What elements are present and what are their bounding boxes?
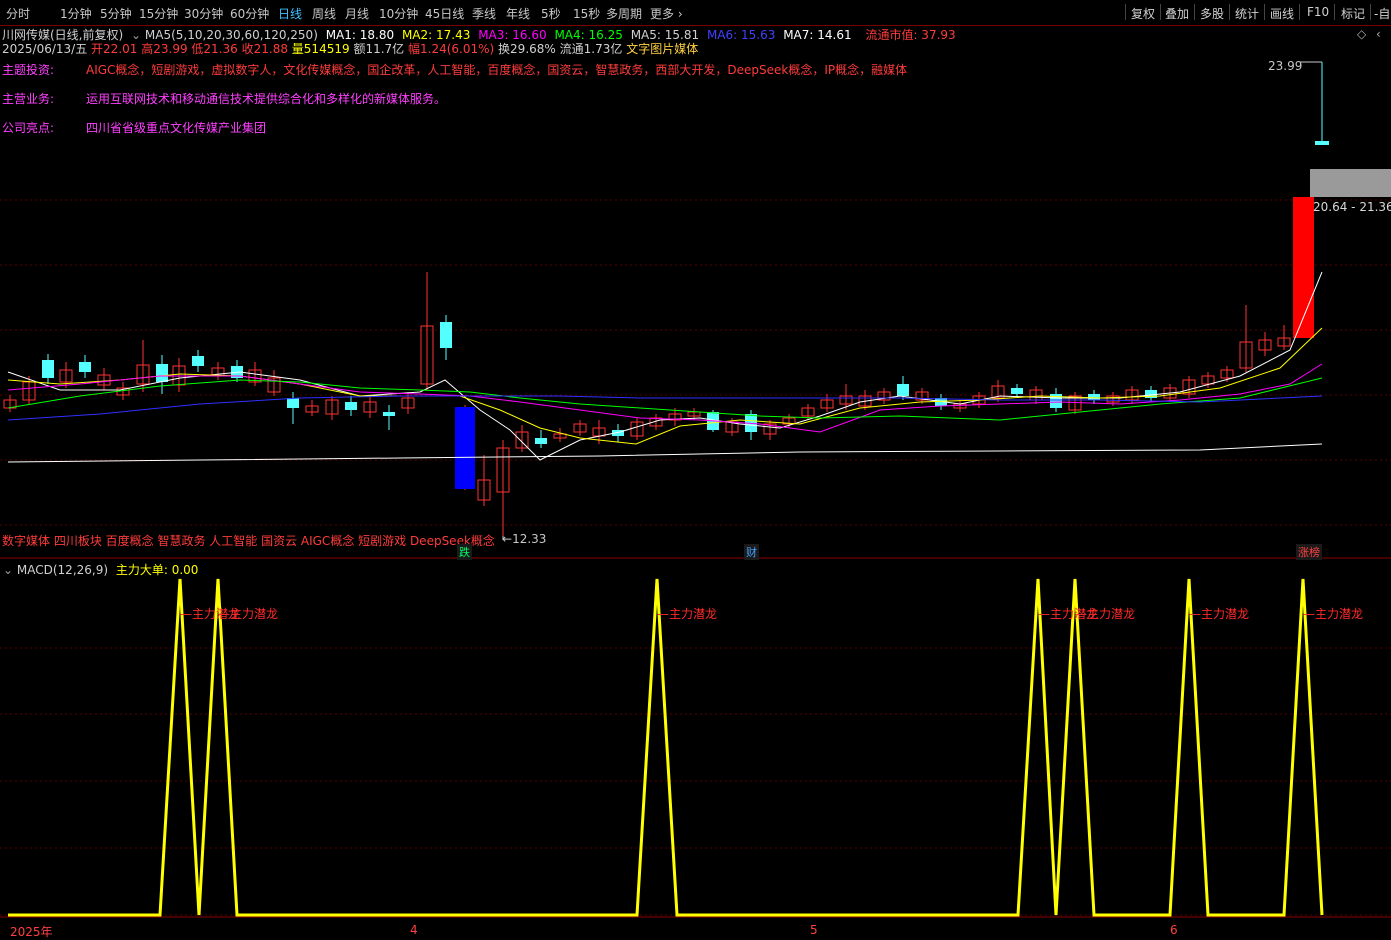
signal-label: —主力潜龙 <box>1303 607 1364 621</box>
x-axis-label-2025: 2025年 <box>10 925 53 939</box>
signal-label: —主力潜龙 <box>657 607 718 621</box>
signal-label: —主力潜龙 <box>218 607 279 621</box>
indicator-chart[interactable] <box>0 0 1391 935</box>
signal-label: —主力潜龙 <box>1189 607 1250 621</box>
zhuli-dadan-line <box>8 578 1324 917</box>
signal-label: —主力潜龙 <box>1075 607 1136 621</box>
